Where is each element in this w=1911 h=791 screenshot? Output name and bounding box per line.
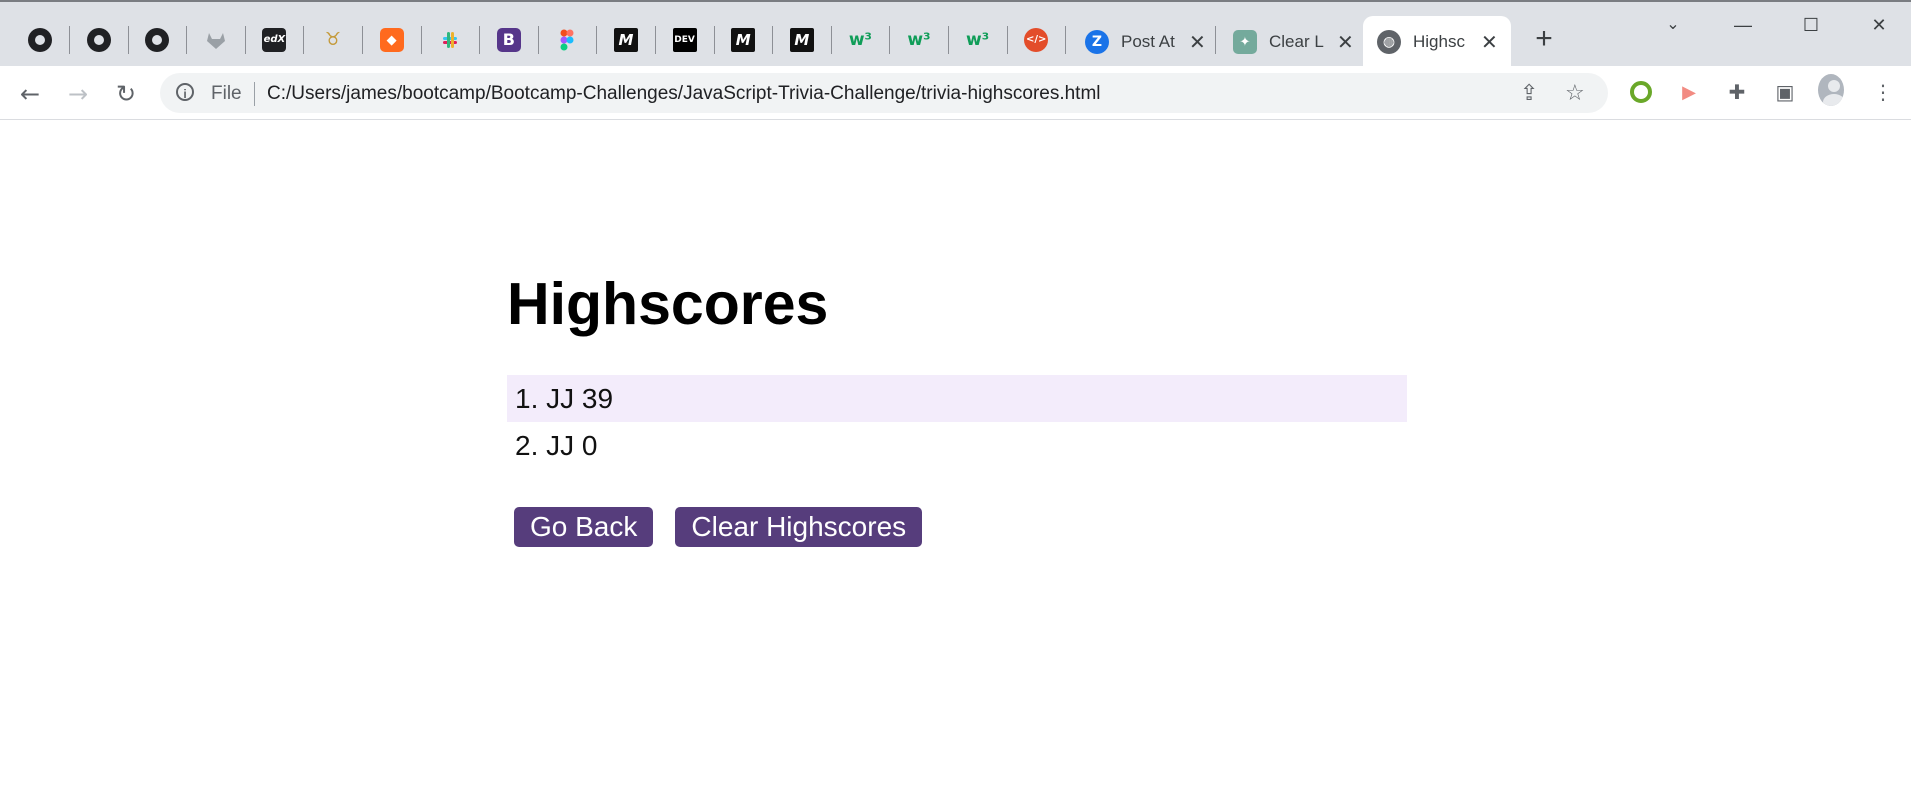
clear-highscores-button[interactable]: Clear Highscores xyxy=(675,507,923,547)
tab-divider xyxy=(889,26,891,54)
minimize-icon[interactable]: — xyxy=(1720,10,1766,40)
extension-red-icon[interactable]: ▶ xyxy=(1676,79,1702,105)
page-title: Highscores xyxy=(507,271,829,337)
pinned-tab[interactable]: M xyxy=(721,18,765,62)
tab-divider xyxy=(362,26,363,54)
tab-divider xyxy=(420,26,422,54)
tab-post-at[interactable]: Z Post At ✕ xyxy=(1071,16,1211,68)
tab-divider xyxy=(186,26,188,54)
close-tab-icon[interactable]: ✕ xyxy=(1481,30,1498,55)
list-item: 1. JJ 39 xyxy=(507,375,1407,422)
close-window-icon[interactable]: ✕ xyxy=(1856,10,1902,40)
pinned-tab[interactable]: M xyxy=(604,18,648,62)
medium-icon: M xyxy=(789,28,814,52)
github-icon xyxy=(28,28,52,52)
w3schools-icon: w³ xyxy=(966,29,990,50)
fox-icon: ♉ xyxy=(324,29,342,50)
address-divider xyxy=(254,82,255,106)
w3schools-icon: w³ xyxy=(907,29,931,50)
github-icon xyxy=(86,28,111,52)
tab-divider xyxy=(244,26,246,54)
button-row: Go Back Clear Highscores xyxy=(514,507,923,547)
go-back-button[interactable]: Go Back xyxy=(514,507,654,547)
bootstrap-icon: B xyxy=(496,28,521,52)
tab-divider xyxy=(948,26,949,54)
pinned-tab[interactable]: ◆ xyxy=(370,18,414,62)
pinned-tab[interactable] xyxy=(194,18,238,62)
tab-divider xyxy=(127,26,129,54)
highscores-list: 1. JJ 39 2. JJ 0 xyxy=(507,375,1407,469)
slack-icon xyxy=(438,28,462,52)
tab-search-icon[interactable]: ⌄ xyxy=(1650,10,1696,40)
chatgpt-icon: ✦ xyxy=(1233,30,1257,54)
tab-divider xyxy=(1065,26,1067,54)
pinned-tab[interactable] xyxy=(135,18,179,62)
code-icon: </> xyxy=(1024,28,1049,52)
scheme-label: File xyxy=(211,83,242,104)
tab-divider xyxy=(772,26,774,54)
close-tab-icon[interactable]: ✕ xyxy=(1189,30,1206,55)
figma-icon xyxy=(555,28,579,52)
globe-icon: ◍ xyxy=(1377,30,1401,54)
back-arrow-icon[interactable]: ← xyxy=(14,78,46,110)
menu-kebab-icon[interactable]: ⋮ xyxy=(1870,79,1896,105)
share-icon[interactable]: ⇪ xyxy=(1520,81,1538,106)
tab-divider xyxy=(830,26,832,54)
tab-divider xyxy=(655,26,656,54)
pinned-tab[interactable] xyxy=(428,18,472,62)
new-tab-button[interactable]: + xyxy=(1528,24,1560,56)
bookmark-star-icon[interactable]: ☆ xyxy=(1565,81,1585,106)
tab-clear[interactable]: ✦ Clear L ✕ xyxy=(1219,16,1359,68)
extensions-puzzle-icon[interactable]: ✚ xyxy=(1724,79,1750,105)
zoom-icon: Z xyxy=(1085,30,1109,54)
pinned-tab[interactable]: edX xyxy=(252,18,296,62)
info-icon[interactable]: i xyxy=(176,83,194,101)
tab-divider xyxy=(479,26,481,54)
tab-title: Clear L xyxy=(1269,32,1324,51)
avatar[interactable] xyxy=(1818,74,1844,106)
pinned-tab[interactable]: DEV xyxy=(663,18,707,62)
tab-highscores[interactable]: ◍ Highsc ✕ xyxy=(1363,16,1511,68)
tab-title: Post At xyxy=(1121,32,1175,51)
w3schools-icon: w³ xyxy=(848,29,872,50)
side-panel-icon[interactable]: ▣ xyxy=(1772,79,1798,105)
extension-green-icon[interactable] xyxy=(1628,79,1654,105)
tab-divider xyxy=(69,26,70,54)
close-tab-icon[interactable]: ✕ xyxy=(1337,30,1354,55)
pinned-tab[interactable] xyxy=(18,18,62,62)
maximize-icon[interactable]: ☐ xyxy=(1788,10,1834,40)
pinned-tab[interactable]: w³ xyxy=(956,18,1000,62)
edx-icon: edX xyxy=(262,28,287,52)
pinned-tab[interactable] xyxy=(545,18,589,62)
browser-toolbar: ← → ↻ i File C:/Users/james/bootcamp/Boo… xyxy=(0,66,1911,120)
tab-divider xyxy=(303,26,305,54)
tab-divider xyxy=(537,26,539,54)
tab-divider xyxy=(713,26,715,54)
tab-strip: edX ♉ ◆ B M DEV M Mw³ w³ w³ </> Z Post At ✕ ✦ Clea… xyxy=(0,0,1911,68)
list-item: 2. JJ 0 xyxy=(515,430,598,461)
url-text[interactable]: C:/Users/james/bootcamp/Bootcamp-Challen… xyxy=(267,83,1101,105)
pinned-tab[interactable]: M xyxy=(780,18,824,62)
tab-divider xyxy=(596,26,598,54)
dev-icon: DEV xyxy=(672,28,697,52)
github-icon xyxy=(145,28,170,52)
pinned-tab[interactable]: w³ xyxy=(897,18,941,62)
medium-icon: M xyxy=(731,28,756,52)
tab-divider xyxy=(1215,26,1216,54)
pinned-tab[interactable]: ♉ xyxy=(311,18,355,62)
pinned-tab[interactable] xyxy=(77,18,121,62)
forward-arrow-icon[interactable]: → xyxy=(62,78,94,110)
reload-icon[interactable]: ↻ xyxy=(110,78,142,110)
pinned-tab[interactable]: w³ xyxy=(838,18,882,62)
tab-title: Highsc xyxy=(1413,32,1465,51)
gitlab-icon xyxy=(204,28,228,52)
address-bar[interactable]: i File C:/Users/james/bootcamp/Bootcamp-… xyxy=(160,73,1608,113)
tab-divider xyxy=(1006,26,1008,54)
pinned-tab[interactable]: </> xyxy=(1014,18,1058,62)
medium-icon: M xyxy=(614,28,638,52)
hackerrank-icon: ◆ xyxy=(379,28,404,52)
pinned-tab[interactable]: B xyxy=(487,18,531,62)
